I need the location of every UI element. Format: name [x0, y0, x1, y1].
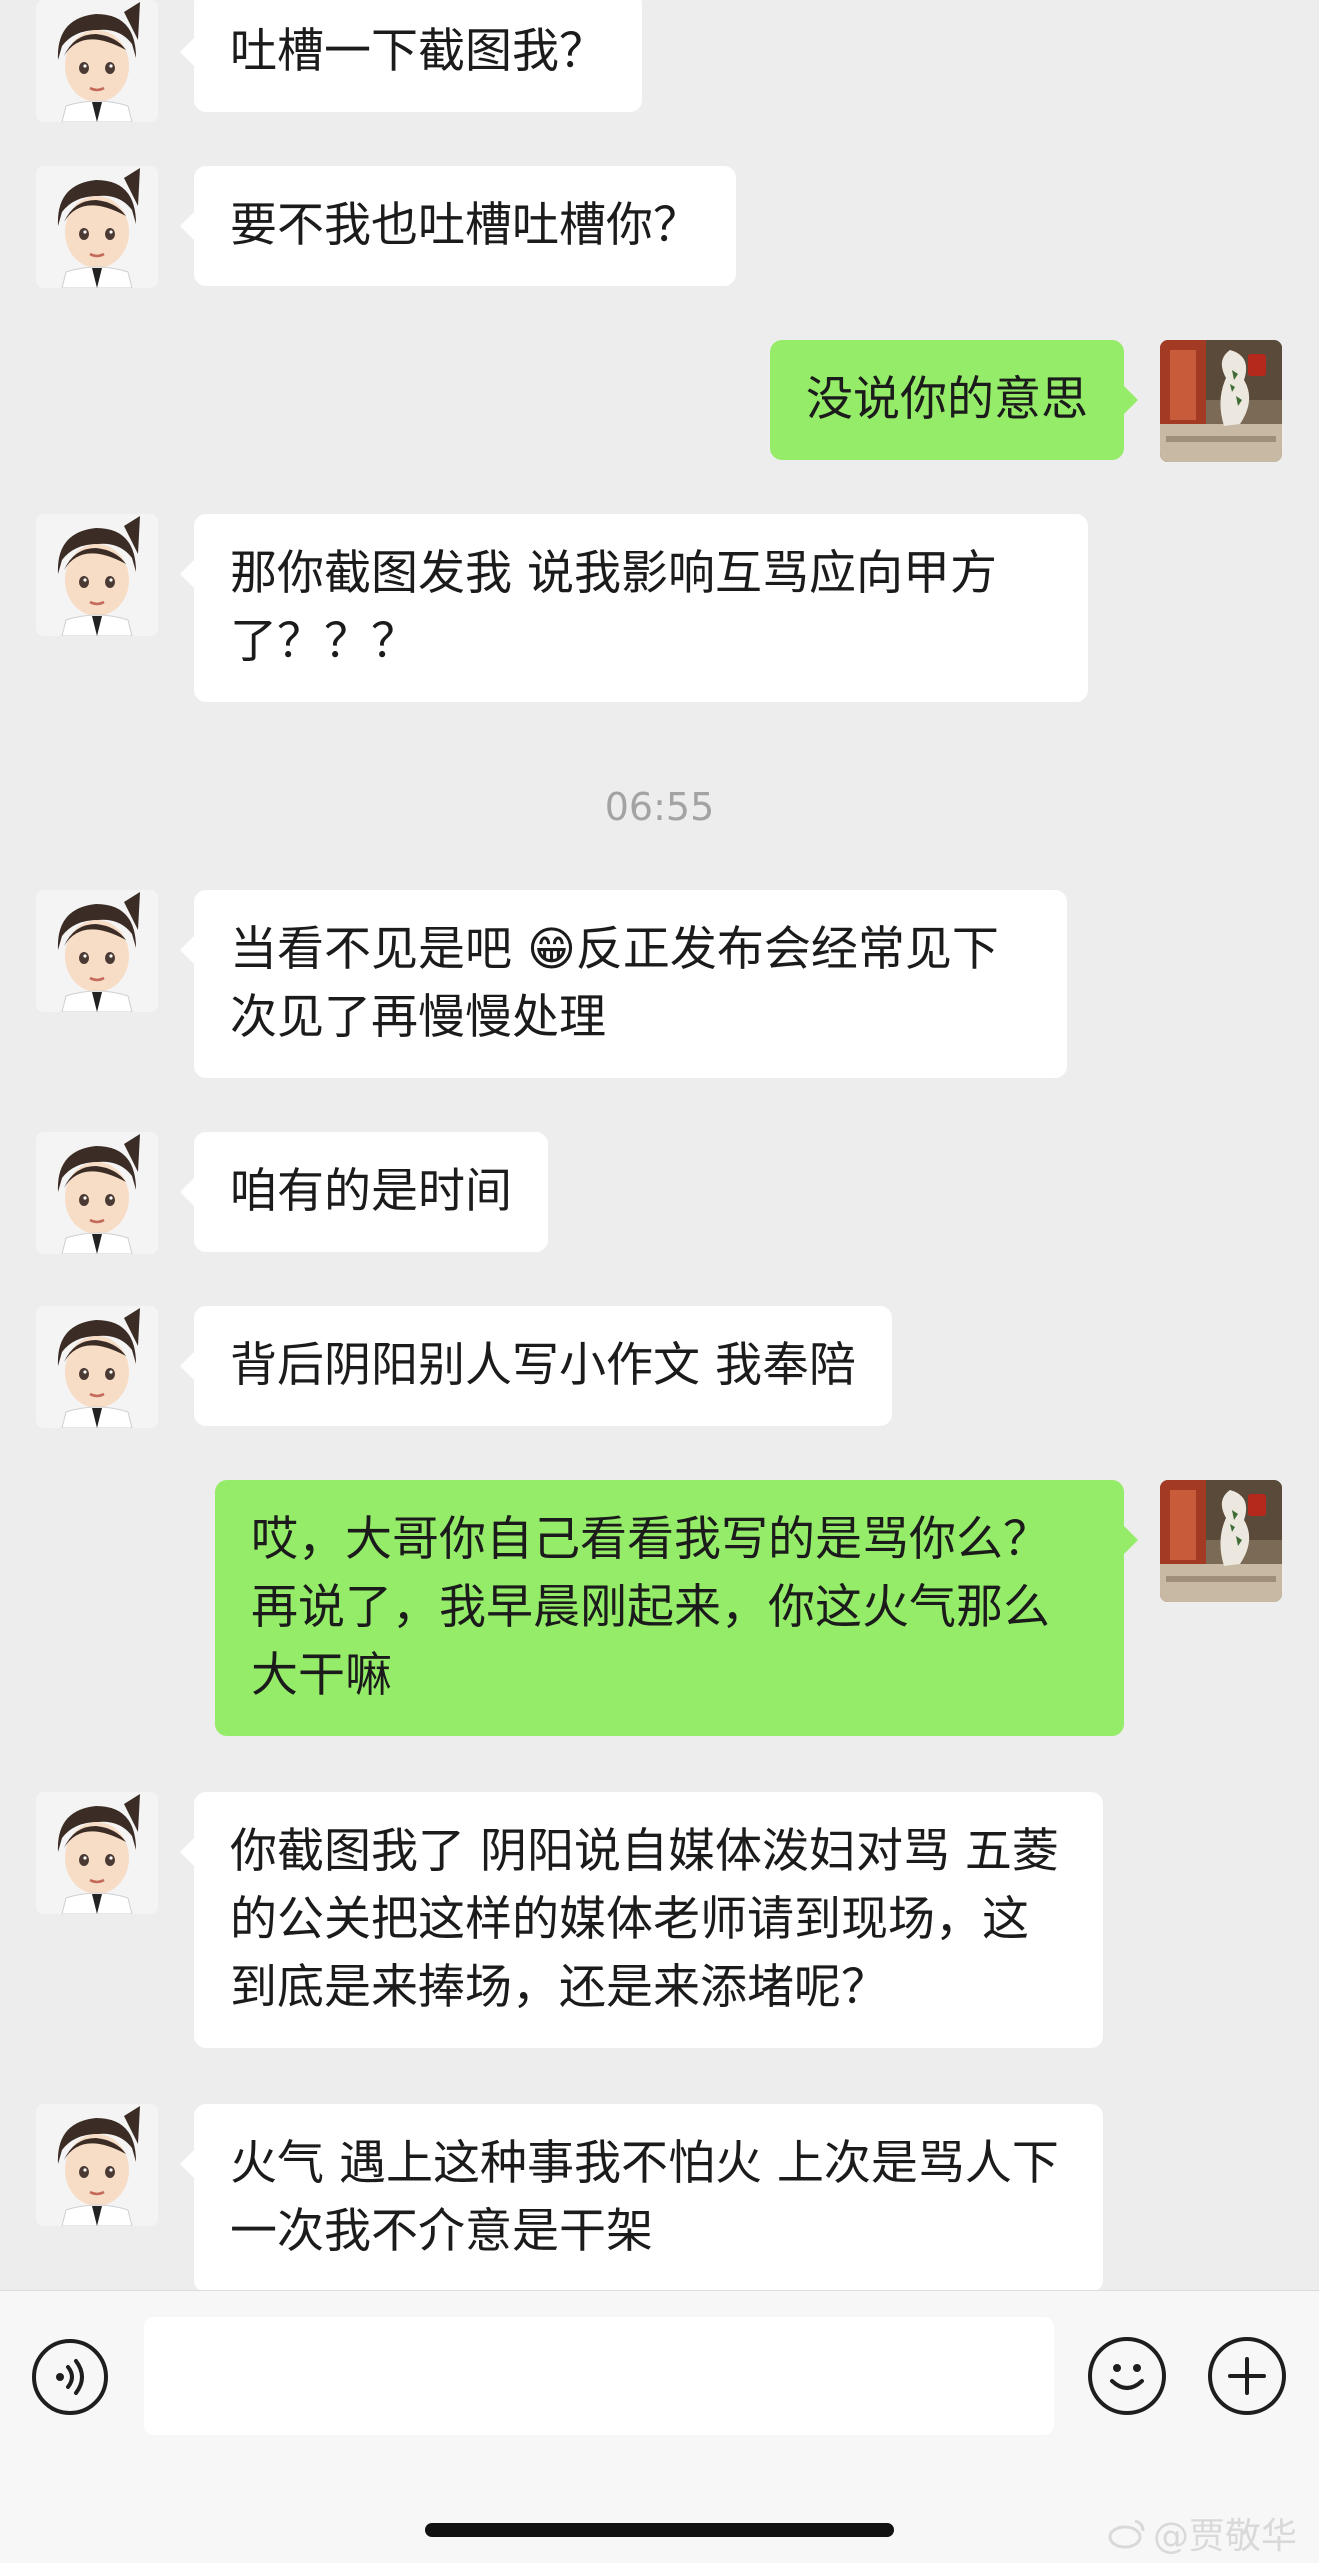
self-avatar-image	[1160, 340, 1282, 462]
incoming-message[interactable]: 那你截图发我 说我影响互骂应向甲方了？？？	[180, 514, 1088, 702]
contact-avatar-image	[36, 514, 158, 636]
watermark-text: @贾敬华	[1152, 2516, 1297, 2557]
contact-avatar[interactable]	[36, 166, 158, 288]
contact-avatar-image	[36, 0, 158, 122]
voice-button[interactable]	[32, 2339, 108, 2415]
contact-avatar[interactable]	[36, 1306, 158, 1428]
contact-avatar[interactable]	[36, 0, 158, 122]
incoming-message[interactable]: 火气 遇上这种事我不怕火 上次是骂人下一次我不介意是干架	[180, 2104, 1103, 2292]
contact-avatar-image	[36, 1132, 158, 1254]
contact-avatar-image	[36, 1792, 158, 1914]
incoming-message[interactable]: 当看不见是吧 😁反正发布会经常见下次见了再慢慢处理	[180, 890, 1067, 1078]
contact-avatar[interactable]	[36, 890, 158, 1012]
outgoing-message[interactable]: 哎，大哥你自己看看我写的是骂你么？再说了，我早晨刚起来，你这火气那么大干嘛	[215, 1480, 1138, 1736]
self-avatar[interactable]	[1160, 340, 1282, 462]
incoming-message[interactable]: 你截图我了 阴阳说自媒体泼妇对骂 五菱的公关把这样的媒体老师请到现场，这到底是来…	[180, 1792, 1103, 2048]
contact-avatar[interactable]	[36, 1792, 158, 1914]
message-timestamp: 06:55	[604, 785, 715, 829]
home-indicator[interactable]	[425, 2523, 894, 2537]
incoming-message[interactable]: 背后阴阳别人写小作文 我奉陪	[180, 1306, 892, 1426]
contact-avatar[interactable]	[36, 1132, 158, 1254]
watermark: @贾敬华	[1107, 2507, 1297, 2559]
emoji-icon	[1110, 2364, 1144, 2390]
self-avatar[interactable]	[1160, 1480, 1282, 1602]
contact-avatar[interactable]	[36, 2104, 158, 2226]
incoming-message[interactable]: 吐槽一下截图我？	[180, 0, 642, 112]
contact-avatar-image	[36, 890, 158, 1012]
contact-avatar-image	[36, 1306, 158, 1428]
message-input[interactable]	[144, 2317, 1054, 2435]
input-toolbar: @贾敬华	[0, 2290, 1319, 2563]
weibo-logo-icon	[1108, 2519, 1145, 2549]
contact-avatar[interactable]	[36, 514, 158, 636]
chat-message-list[interactable]: 吐槽一下截图我？ 要不我也吐槽吐槽你？ 没说你的意思 那你截图发我 说我影响互骂…	[0, 0, 1319, 2292]
contact-avatar-image	[36, 166, 158, 288]
contact-avatar-image	[36, 2104, 158, 2226]
add-button[interactable]	[1208, 2337, 1286, 2415]
outgoing-message[interactable]: 没说你的意思	[770, 340, 1138, 460]
incoming-message[interactable]: 咱有的是时间	[180, 1132, 548, 1252]
plus-icon	[1228, 2357, 1266, 2395]
emoji-button[interactable]	[1088, 2337, 1166, 2415]
self-avatar-image	[1160, 1480, 1282, 1602]
voice-icon	[56, 2359, 84, 2395]
incoming-message[interactable]: 要不我也吐槽吐槽你？	[180, 166, 736, 286]
